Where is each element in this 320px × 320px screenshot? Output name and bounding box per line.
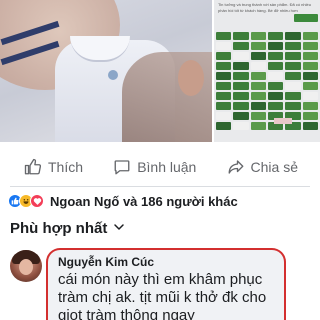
reactions-first-name: Ngoan Ngố bbox=[50, 193, 120, 209]
product-tile bbox=[250, 72, 266, 80]
product-tile bbox=[216, 32, 232, 40]
sort-label: Phù hợp nhất bbox=[10, 220, 108, 237]
product-tile bbox=[267, 92, 284, 100]
product-tile bbox=[267, 102, 284, 110]
comment-text: cái món này thì em khâm phục tràm chị ak… bbox=[58, 271, 267, 320]
product-tile bbox=[285, 52, 301, 60]
side-photo-text: Tin tưởng và trung thành với sản phẩm. Đ… bbox=[218, 2, 311, 13]
reactions-text: Ngoan Ngố và 186 người khác bbox=[50, 194, 238, 209]
product-tile bbox=[216, 62, 232, 70]
product-tile bbox=[216, 82, 232, 90]
share-label: Chia sẻ bbox=[250, 159, 298, 175]
product-tile bbox=[302, 102, 318, 110]
product-tile bbox=[216, 102, 232, 110]
product-tile bbox=[216, 92, 232, 100]
avatar[interactable] bbox=[10, 250, 42, 282]
comment-button[interactable]: Bình luận bbox=[113, 158, 196, 176]
post-photo-collage[interactable]: Tin tưởng và trung thành với sản phẩm. Đ… bbox=[0, 0, 320, 142]
product-tile bbox=[233, 32, 249, 40]
product-tile bbox=[267, 52, 284, 60]
comment-author[interactable]: Nguyễn Kim Cúc bbox=[58, 255, 274, 269]
product-tile bbox=[285, 102, 301, 110]
comment-bubble[interactable]: Nguyễn Kim Cúc cái món này thì em khâm p… bbox=[46, 248, 286, 320]
comment-label: Bình luận bbox=[137, 159, 197, 175]
product-tile bbox=[285, 42, 301, 50]
product-tile bbox=[233, 92, 249, 100]
product-tile bbox=[302, 122, 318, 130]
product-tile bbox=[302, 72, 318, 80]
post-action-bar: Thích Bình luận Chia sẻ bbox=[0, 150, 320, 184]
comment-sort-dropdown[interactable]: Phù hợp nhất bbox=[10, 220, 125, 237]
comment-icon bbox=[113, 158, 131, 176]
product-tile bbox=[233, 112, 249, 120]
like-button[interactable]: Thích bbox=[24, 158, 83, 176]
divider bbox=[10, 186, 310, 187]
product-tile bbox=[216, 52, 232, 60]
product-tile bbox=[267, 32, 284, 40]
reactions-summary[interactable]: Ngoan Ngố và 186 người khác bbox=[8, 192, 238, 210]
product-tile bbox=[233, 122, 249, 130]
product-tile bbox=[302, 82, 318, 90]
post-photo-child[interactable] bbox=[0, 0, 212, 142]
product-tile bbox=[233, 72, 249, 80]
like-icon bbox=[24, 158, 42, 176]
product-tile bbox=[267, 72, 284, 80]
product-tile bbox=[285, 92, 301, 100]
product-tile bbox=[250, 122, 266, 130]
product-tile bbox=[250, 52, 266, 60]
reaction-emojis bbox=[8, 194, 44, 208]
product-tile bbox=[216, 122, 232, 130]
like-label: Thích bbox=[48, 159, 84, 175]
product-tile bbox=[250, 82, 266, 90]
product-tile bbox=[233, 82, 249, 90]
share-icon bbox=[227, 158, 245, 176]
product-tile bbox=[216, 112, 232, 120]
product-tile bbox=[233, 52, 249, 60]
chevron-down-icon bbox=[113, 220, 125, 237]
product-tile bbox=[285, 62, 301, 70]
product-tile bbox=[250, 42, 266, 50]
product-tile bbox=[267, 62, 284, 70]
product-tile bbox=[250, 112, 266, 120]
love-reaction-icon bbox=[30, 194, 44, 208]
product-tile bbox=[233, 42, 249, 50]
product-tile bbox=[250, 102, 266, 110]
product-tile bbox=[267, 82, 284, 90]
product-tile bbox=[216, 42, 232, 50]
product-tile bbox=[302, 92, 318, 100]
product-tile bbox=[302, 62, 318, 70]
product-tile bbox=[216, 72, 232, 80]
post-photo-screenshot[interactable]: Tin tưởng và trung thành với sản phẩm. Đ… bbox=[214, 0, 320, 142]
product-tile bbox=[250, 62, 266, 70]
product-tile bbox=[233, 62, 249, 70]
product-tile bbox=[285, 32, 301, 40]
reactions-rest: và 186 người khác bbox=[119, 193, 238, 209]
product-tile bbox=[302, 32, 318, 40]
product-tile bbox=[285, 72, 301, 80]
product-tile bbox=[285, 82, 301, 90]
product-tile bbox=[267, 42, 284, 50]
share-button[interactable]: Chia sẻ bbox=[227, 158, 298, 176]
product-tile bbox=[302, 112, 318, 120]
product-tile bbox=[302, 52, 318, 60]
product-tile bbox=[250, 92, 266, 100]
product-tile bbox=[250, 32, 266, 40]
product-tile bbox=[302, 42, 318, 50]
product-tile bbox=[233, 102, 249, 110]
